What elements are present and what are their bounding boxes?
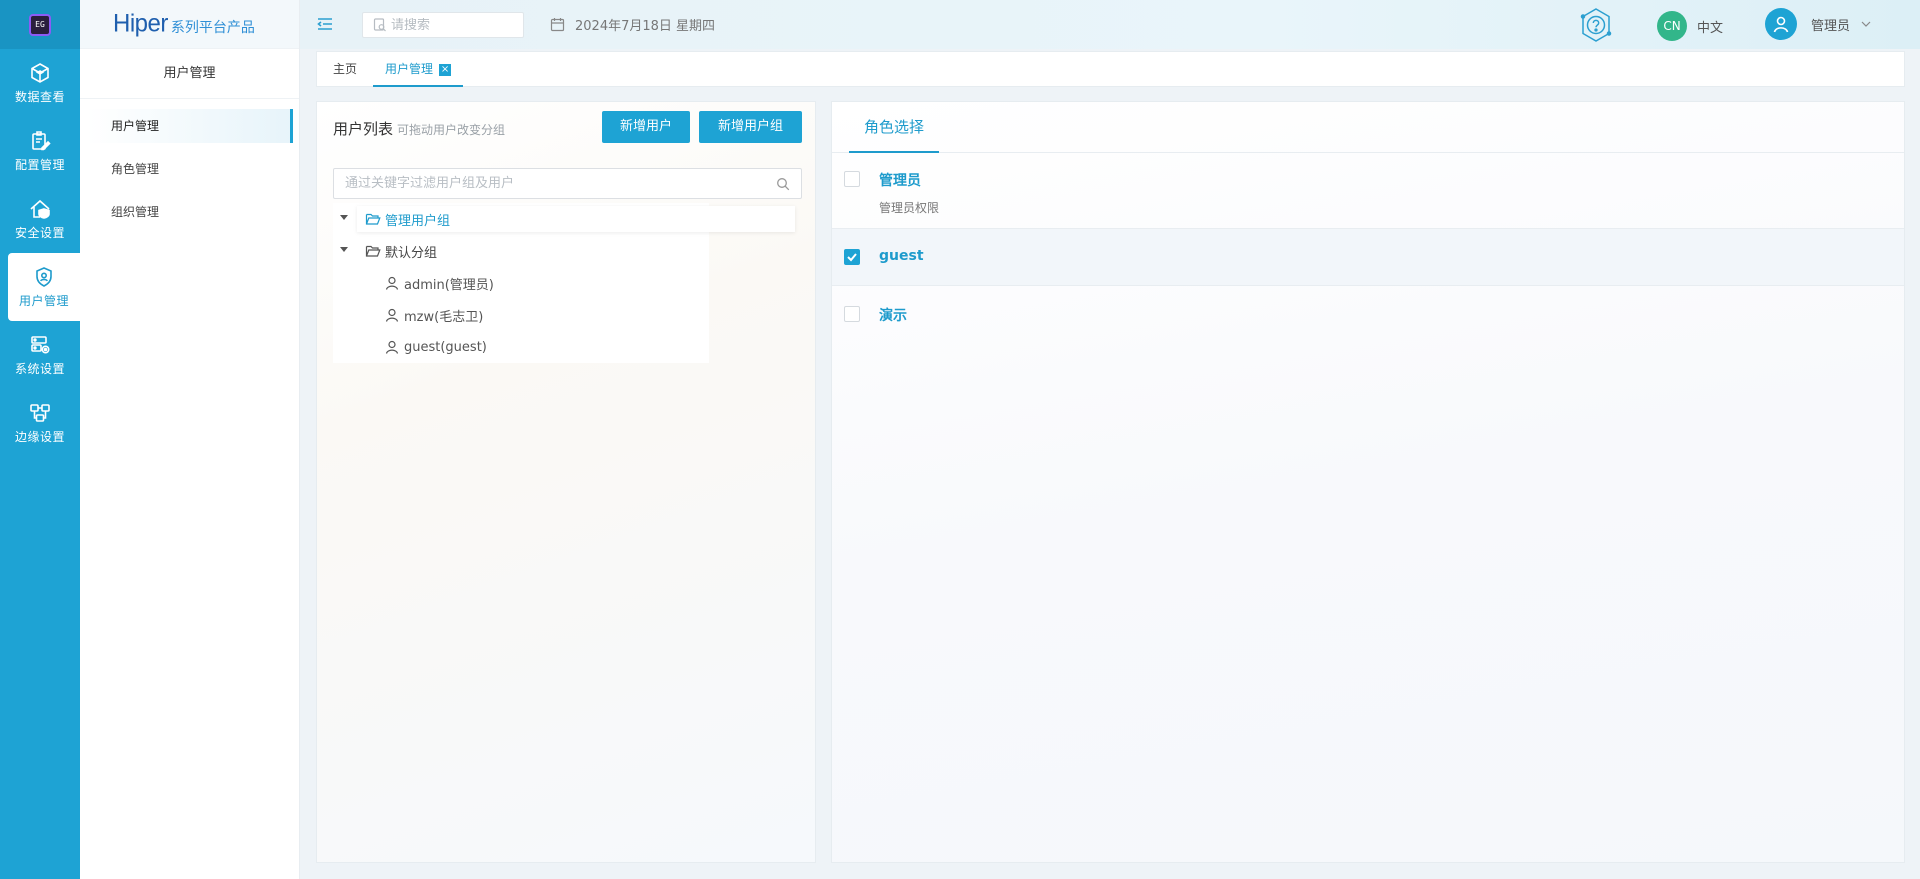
brand-tagline: 系列平台产品	[170, 20, 255, 36]
search-doc-icon	[373, 18, 386, 32]
date-display: 2024年7月18日 星期四	[550, 15, 715, 34]
role-row-admin[interactable]: 管理员 管理员权限	[832, 153, 1904, 229]
subnav-item-user-management[interactable]: 用户管理	[87, 109, 293, 143]
rail-item-label: 配置管理	[14, 158, 65, 172]
subnav-item-org-management[interactable]: 组织管理	[87, 195, 293, 229]
user-list-title: 用户列表	[333, 120, 394, 138]
tab-user-management[interactable]: 用户管理 ×	[373, 52, 464, 87]
tab-role-selection[interactable]: 角色选择	[849, 102, 940, 153]
role-selection-panel: 角色选择 管理员 管理员权限 guest 演示	[831, 101, 1905, 863]
clipboard-edit-icon	[28, 129, 52, 153]
subnav-title: 用户管理	[80, 49, 299, 99]
page-tabs: 主页 用户管理 ×	[316, 51, 1905, 87]
rail-item-label: 数据查看	[14, 90, 65, 104]
role-checkbox[interactable]	[844, 249, 860, 265]
rail-item-security[interactable]: 安全设置	[0, 185, 80, 253]
tree-node-label: guest(guest)	[404, 339, 487, 355]
close-icon[interactable]: ×	[439, 63, 452, 76]
tree-node-user[interactable]: admin(管理员)	[333, 267, 709, 299]
user-list-hint: 可拖动用户改变分组	[397, 123, 506, 137]
user-name: 管理员	[1811, 18, 1851, 34]
rail-item-label: 用户管理	[18, 294, 69, 308]
tab-home[interactable]: 主页	[333, 52, 357, 87]
rail-item-edge-settings[interactable]: 边缘设置	[0, 389, 80, 457]
role-name: 演示	[879, 308, 907, 324]
tree-node-group[interactable]: 管理用户组	[333, 203, 795, 235]
brand-name: Hiper	[113, 9, 168, 38]
subnav-item-role-management[interactable]: 角色管理	[87, 152, 293, 186]
user-list-panel: 用户列表可拖动用户改变分组 新增用户 新增用户组 管理用户组 默认分组 admi…	[316, 101, 816, 863]
role-name: 管理员	[879, 173, 921, 189]
main-nav-rail: EG 数据查看 配置管理 安全设置 用户管理 系统设置 边缘设置	[0, 0, 80, 879]
user-group-tree: 管理用户组 默认分组 admin(管理员) mzw(毛志卫) guest(gue…	[333, 203, 795, 363]
tree-node-label: admin(管理员)	[404, 277, 494, 293]
add-user-button[interactable]: 新增用户	[602, 111, 690, 143]
rail-item-label: 边缘设置	[14, 430, 65, 444]
tree-node-user[interactable]: mzw(毛志卫)	[333, 299, 709, 331]
cube-icon	[28, 61, 52, 85]
user-menu[interactable]: 管理员	[1765, 8, 1872, 40]
server-gear-icon	[28, 333, 52, 357]
rail-item-user-management[interactable]: 用户管理	[8, 253, 80, 321]
menu-collapse-icon[interactable]	[316, 15, 334, 33]
tree-node-label: 默认分组	[385, 245, 438, 261]
role-checkbox[interactable]	[844, 171, 860, 187]
rail-item-system-settings[interactable]: 系统设置	[0, 321, 80, 389]
rail-item-config[interactable]: 配置管理	[0, 117, 80, 185]
secondary-sidebar: Hiper 系列平台产品 用户管理 用户管理 角色管理 组织管理	[80, 0, 300, 879]
language-label: 中文	[1697, 20, 1724, 36]
tree-node-label: 管理用户组	[385, 213, 451, 229]
tree-filter	[333, 168, 802, 199]
role-row-demo[interactable]: 演示	[832, 286, 1904, 343]
search-icon[interactable]	[776, 177, 790, 191]
app-logo[interactable]: EG	[0, 0, 80, 49]
user-icon	[385, 276, 399, 290]
language-switcher[interactable]: CN 中文	[1657, 11, 1723, 41]
help-icon[interactable]	[1578, 7, 1614, 43]
app-logo-icon: EG	[29, 13, 51, 36]
rail-item-label: 系统设置	[14, 362, 65, 376]
calendar-icon	[550, 18, 565, 32]
role-checkbox[interactable]	[844, 306, 860, 322]
global-search-input[interactable]	[391, 17, 511, 33]
user-icon	[385, 340, 399, 354]
brand-logo[interactable]: Hiper 系列平台产品	[80, 0, 299, 49]
add-user-group-button[interactable]: 新增用户组	[699, 111, 802, 143]
home-shield-icon	[28, 197, 52, 221]
tree-node-group[interactable]: 默认分组	[333, 235, 709, 267]
tree-filter-input[interactable]	[334, 169, 754, 198]
rail-item-data-view[interactable]: 数据查看	[0, 49, 80, 117]
avatar	[1765, 8, 1797, 40]
chevron-down-icon	[1861, 21, 1871, 27]
folder-open-icon	[365, 213, 381, 225]
caret-down-icon[interactable]	[340, 215, 348, 220]
role-panel-tabs: 角色选择	[832, 102, 1904, 153]
shield-user-icon	[32, 265, 56, 289]
nodes-icon	[28, 401, 52, 425]
user-avatar-icon	[1773, 16, 1789, 33]
tab-label: 用户管理	[385, 62, 434, 76]
current-date: 2024年7月18日 星期四	[575, 19, 716, 34]
tree-node-label: mzw(毛志卫)	[404, 309, 484, 325]
check-icon	[847, 253, 857, 262]
role-description: 管理员权限	[879, 201, 940, 215]
role-name: guest	[879, 248, 924, 264]
language-badge: CN	[1657, 11, 1687, 41]
user-list-header: 用户列表 可拖动用户改变分组	[333, 118, 505, 139]
global-search	[362, 12, 524, 38]
caret-down-icon[interactable]	[340, 247, 348, 252]
folder-open-icon	[365, 245, 381, 257]
tree-node-user[interactable]: guest(guest)	[333, 331, 709, 363]
user-icon	[385, 308, 399, 322]
top-header: 2024年7月18日 星期四 CN 中文 管理员	[300, 0, 1920, 49]
role-row-guest[interactable]: guest	[832, 229, 1904, 286]
rail-item-label: 安全设置	[14, 226, 65, 240]
